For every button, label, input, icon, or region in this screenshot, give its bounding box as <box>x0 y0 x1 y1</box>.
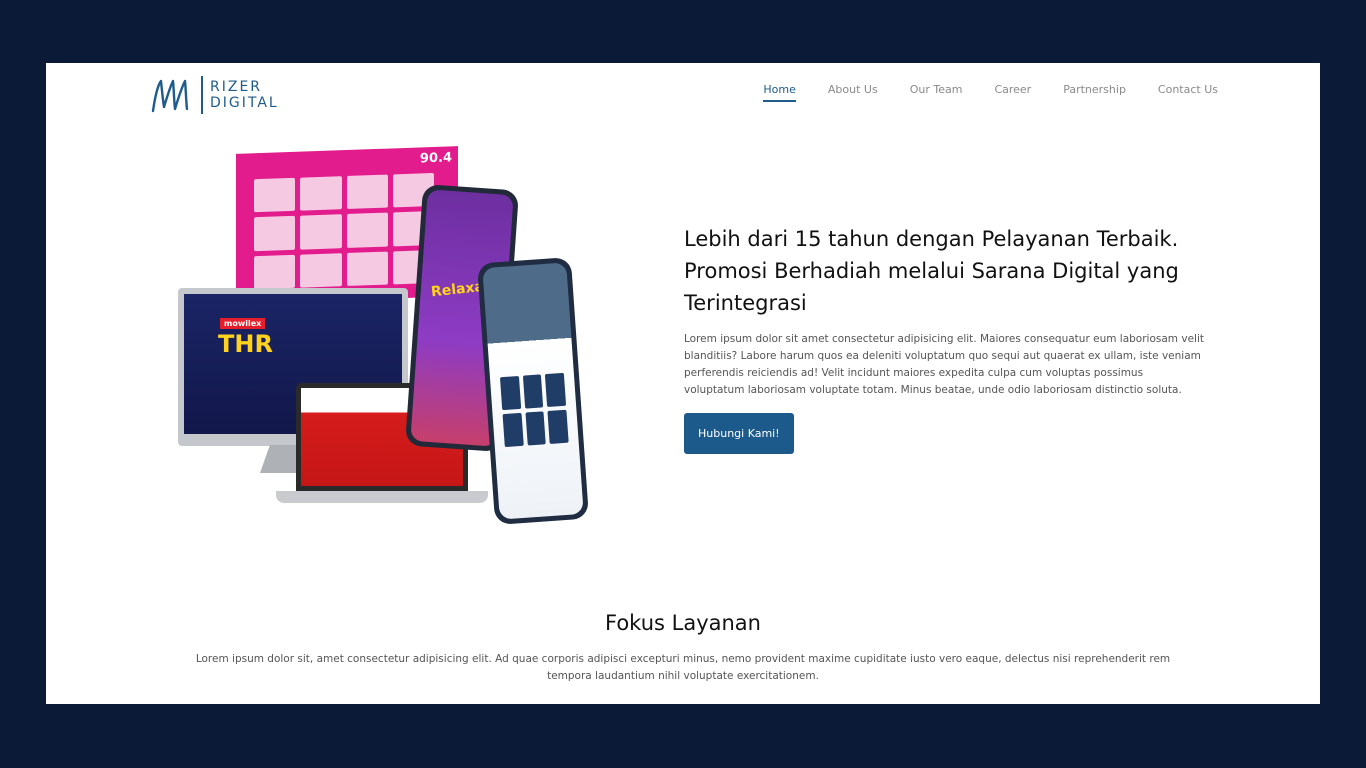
nav-career[interactable]: Career <box>994 83 1031 102</box>
phone-headline: Relaxa <box>430 278 485 301</box>
nav-home[interactable]: Home <box>763 83 797 102</box>
phone-right-screen <box>482 262 584 520</box>
nav-contact-us[interactable]: Contact Us <box>1158 83 1218 102</box>
phone-product-tiles <box>499 372 569 448</box>
nav-about-us[interactable]: About Us <box>828 83 878 102</box>
hero-title: Lebih dari 15 tahun dengan Pelayanan Ter… <box>684 227 1179 315</box>
hero-description: Lorem ipsum dolor sit amet consectetur a… <box>684 333 1204 396</box>
focus-title: Fokus Layanan <box>605 611 761 635</box>
main-nav: Home About Us Our Team Career Partnershi… <box>763 83 1218 102</box>
laptop-base <box>276 491 488 503</box>
contact-us-button[interactable]: Hubungi Kami! <box>684 413 794 454</box>
brand-logo[interactable]: RIZER DIGITAL <box>149 73 279 117</box>
focus-section: Fokus Layanan Lorem ipsum dolor sit, ame… <box>46 611 1320 685</box>
focus-description: Lorem ipsum dolor sit, amet consectetur … <box>195 653 1171 682</box>
phone-right <box>476 257 590 525</box>
logo-divider <box>201 76 203 114</box>
nav-partnership[interactable]: Partnership <box>1063 83 1126 102</box>
site-header: RIZER DIGITAL Home About Us Our Team Car… <box>46 63 1320 133</box>
poster-photo-grid <box>254 172 434 290</box>
poster-badge: 90.4 <box>419 150 452 167</box>
hero-content: Lebih dari 15 tahun dengan Pelayanan Ter… <box>684 223 1204 454</box>
brand-line1: RIZER <box>210 79 263 95</box>
monitor-headline: THR <box>218 330 273 358</box>
brand-wordmark: RIZER DIGITAL <box>210 79 279 111</box>
site-frame: RIZER DIGITAL Home About Us Our Team Car… <box>46 63 1320 704</box>
monitor-brand-label: mowilex <box>220 318 266 329</box>
nav-our-team[interactable]: Our Team <box>910 83 963 102</box>
brand-line2: DIGITAL <box>210 95 279 111</box>
monogram-logo-icon <box>151 79 189 113</box>
hero-devices-illustration: 90.4 mowilex THR Relaxa <box>176 145 590 525</box>
